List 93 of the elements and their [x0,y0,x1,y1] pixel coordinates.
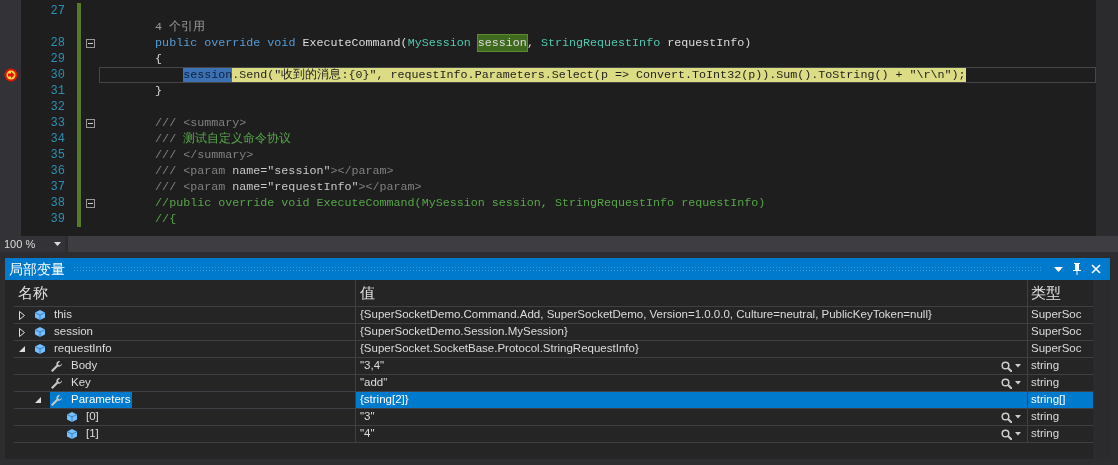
code-text: /// <param [155,179,227,195]
scrollbar[interactable] [68,236,1118,252]
code-text: //public override void ExecuteCommand(MySession session, StringRequestInfo requestInfo) [155,195,766,211]
caret-icon [1015,432,1021,436]
variable-type: string [1031,375,1060,391]
caret-icon [1015,364,1021,368]
close-icon [1091,264,1101,274]
line-number: 30 [49,67,66,83]
cube-icon [34,309,46,321]
variable-value: "4" [360,426,375,442]
pin-icon [1073,263,1081,275]
variable-type: SuperSoc [1031,341,1082,357]
caret-icon [1054,266,1063,272]
line-number: 39 [49,211,66,227]
column-header[interactable]: 名称 [18,281,48,305]
variable-value: {SuperSocketDemo.Session.MySession} [360,324,568,340]
wrench-icon [50,393,63,407]
cube-icon [66,428,78,440]
variable-name[interactable]: Body [71,357,98,375]
variable-name[interactable]: Key [71,374,91,392]
code-text: requestInfo) [667,35,752,51]
variable-type: string [1031,409,1060,425]
code-text: ></param> [358,179,422,195]
cube-icon [66,411,78,423]
variable-type: string [1031,426,1060,442]
variable-type: SuperSoc [1031,307,1082,323]
line-number: 36 [49,163,66,179]
line-number: 27 [49,3,66,19]
cube-icon [34,326,46,338]
code-text: MySession [407,35,472,51]
reference-count[interactable]: 4 个引用 [99,19,206,35]
keyword: public [155,35,198,51]
breakpoint-icon [3,68,18,82]
keyword: override [204,35,261,51]
variable-value: {SuperSocketDemo.Command.Add, SuperSocketDemo, Version=1.0.0.0, Culture=neutral, PublicKeyToken=null} [360,307,932,323]
line-number: 29 [49,51,66,67]
variable-value: {SuperSocket.SocketBase.Protocol.StringRequestInfo} [360,341,639,357]
variable-name[interactable]: this [54,306,72,324]
code-text: session [183,67,233,83]
wrench-icon [50,359,63,373]
code-text: /// </summary> [155,147,254,163]
collapse-icon [85,198,95,208]
caret-icon [1015,381,1021,385]
column-header[interactable]: 值 [360,281,375,305]
code-text: //{ [155,211,177,227]
collapse-icon [85,38,95,48]
scrollbar[interactable] [1096,0,1118,236]
code-text: /// <param [155,163,227,179]
cube-icon [34,343,46,355]
code-text: 测试自定义命令协议 [183,131,292,147]
variable-value: {string[2]} [360,392,409,408]
variable-type: string[] [1031,392,1066,408]
search-icon [1001,377,1012,389]
search-icon [1001,411,1012,423]
line-number: 37 [49,179,66,195]
line-number: 31 [49,83,66,99]
code-text: name="requestInfo" [232,179,359,195]
code-text: /// [155,131,178,147]
caret-icon [54,242,61,246]
variable-name[interactable]: [1] [86,425,99,443]
variable-value: "add" [360,375,388,391]
column-header[interactable]: 类型 [1031,281,1061,305]
code-text: StringRequestInfo [540,35,661,51]
variable-value: "3" [360,409,375,425]
variable-type: SuperSoc [1031,324,1082,340]
caret-icon [1015,415,1021,419]
code-text: .Send("收到的消息:{0}", requestInfo.Parameters.Select(p => Convert.ToInt32(p)).Sum().ToString() + "\r\n"); [232,67,966,83]
code-text: session [477,35,527,51]
code-text: { [155,51,163,67]
variable-name[interactable]: requestInfo [54,340,112,358]
code-text: /// <summary> [155,115,247,131]
keyword: void [267,35,296,51]
search-icon [1001,360,1012,372]
variable-name[interactable]: [0] [86,408,99,426]
search-icon [1001,428,1012,440]
code-text: ></param> [330,163,394,179]
variable-name[interactable]: session [54,323,93,341]
collapse-icon [85,118,95,128]
variable-type: string [1031,358,1060,374]
wrench-icon [50,376,63,390]
code-text: , [526,35,535,51]
line-number: 28 [49,35,66,51]
code-text: name="session" [232,163,331,179]
code-text: ExecuteCommand( [302,35,408,51]
line-number: 38 [49,195,66,211]
line-number: 35 [49,147,66,163]
line-number: 33 [49,115,66,131]
variable-value: "3,4" [360,358,385,374]
line-number: 34 [49,131,66,147]
line-number: 32 [49,99,66,115]
zoom-dropdown[interactable]: 100 % [0,236,65,252]
panel-title: 局部变量 [9,259,65,279]
code-text: } [155,83,163,99]
